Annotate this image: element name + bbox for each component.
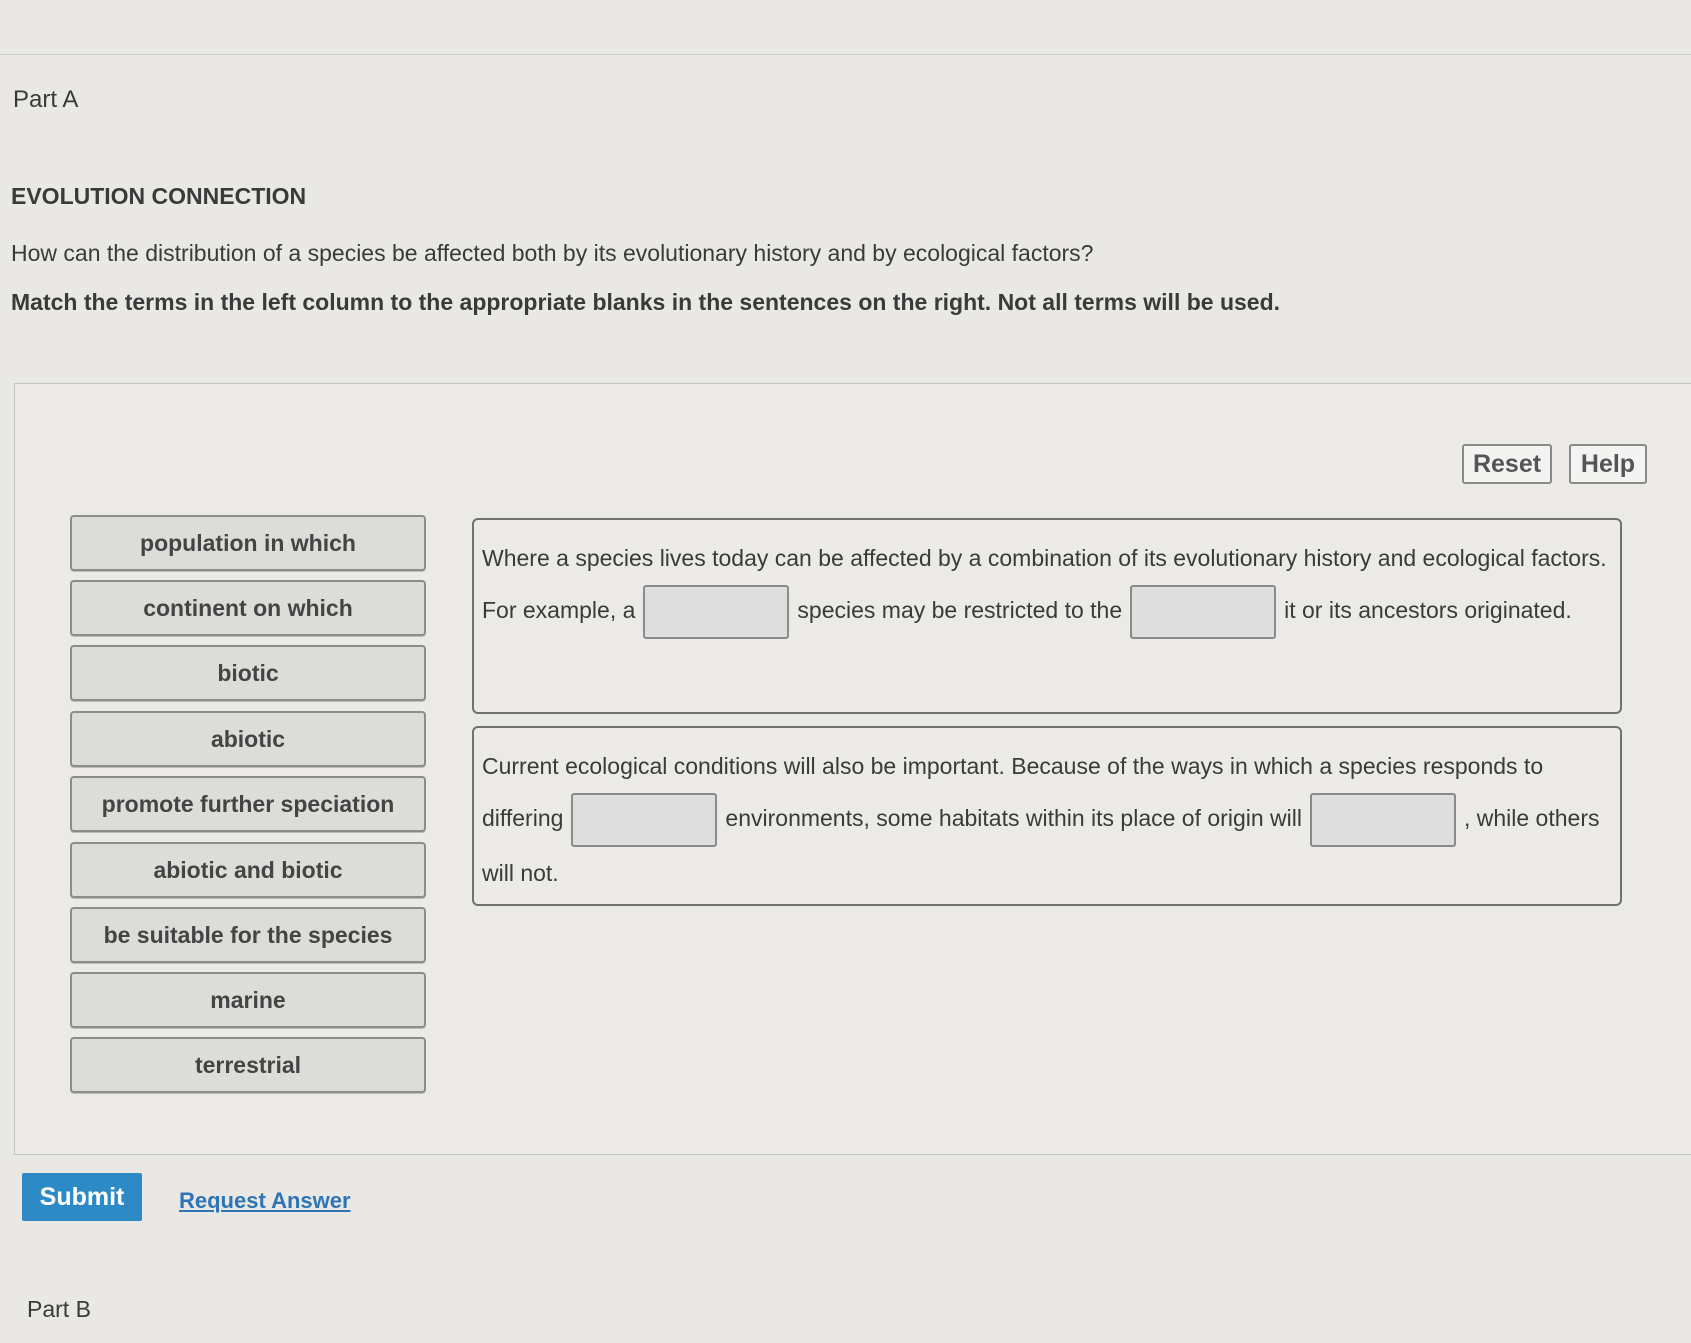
submit-button[interactable]: Submit	[22, 1173, 142, 1221]
sentence-box-1: Where a species lives today can be affec…	[472, 518, 1622, 714]
term-tile[interactable]: biotic	[70, 645, 426, 701]
help-button[interactable]: Help	[1569, 444, 1647, 484]
sentence-box-2: Current ecological conditions will also …	[472, 726, 1622, 906]
sentence-text: species may be restricted to the	[797, 597, 1123, 623]
term-tile[interactable]: population in which	[70, 515, 426, 571]
term-tile[interactable]: promote further speciation	[70, 776, 426, 832]
section-heading: EVOLUTION CONNECTION	[11, 183, 307, 209]
term-tile[interactable]: be suitable for the species	[70, 907, 426, 963]
term-tile[interactable]: abiotic and biotic	[70, 842, 426, 898]
drop-blank[interactable]	[1309, 792, 1456, 847]
sentence-text: it or its ancestors originated.	[1284, 597, 1572, 623]
drop-blank[interactable]	[1130, 584, 1277, 639]
term-tile[interactable]: abiotic	[70, 711, 426, 767]
reset-button[interactable]: Reset	[1462, 444, 1552, 484]
term-tile[interactable]: continent on which	[70, 580, 426, 636]
sentence-text: environments, some habitats within its p…	[725, 805, 1302, 831]
question-text: How can the distribution of a species be…	[11, 240, 1094, 266]
term-tile[interactable]: marine	[70, 972, 426, 1028]
top-divider	[0, 54, 1691, 55]
instructions-text: Match the terms in the left column to th…	[11, 289, 1281, 315]
drop-blank[interactable]	[643, 584, 790, 639]
drop-blank[interactable]	[571, 792, 718, 847]
term-tile[interactable]: terrestrial	[70, 1037, 426, 1093]
part-b-label[interactable]: Part B	[27, 1296, 91, 1323]
part-a-label: Part A	[13, 86, 79, 113]
request-answer-link[interactable]: Request Answer	[179, 1188, 351, 1214]
